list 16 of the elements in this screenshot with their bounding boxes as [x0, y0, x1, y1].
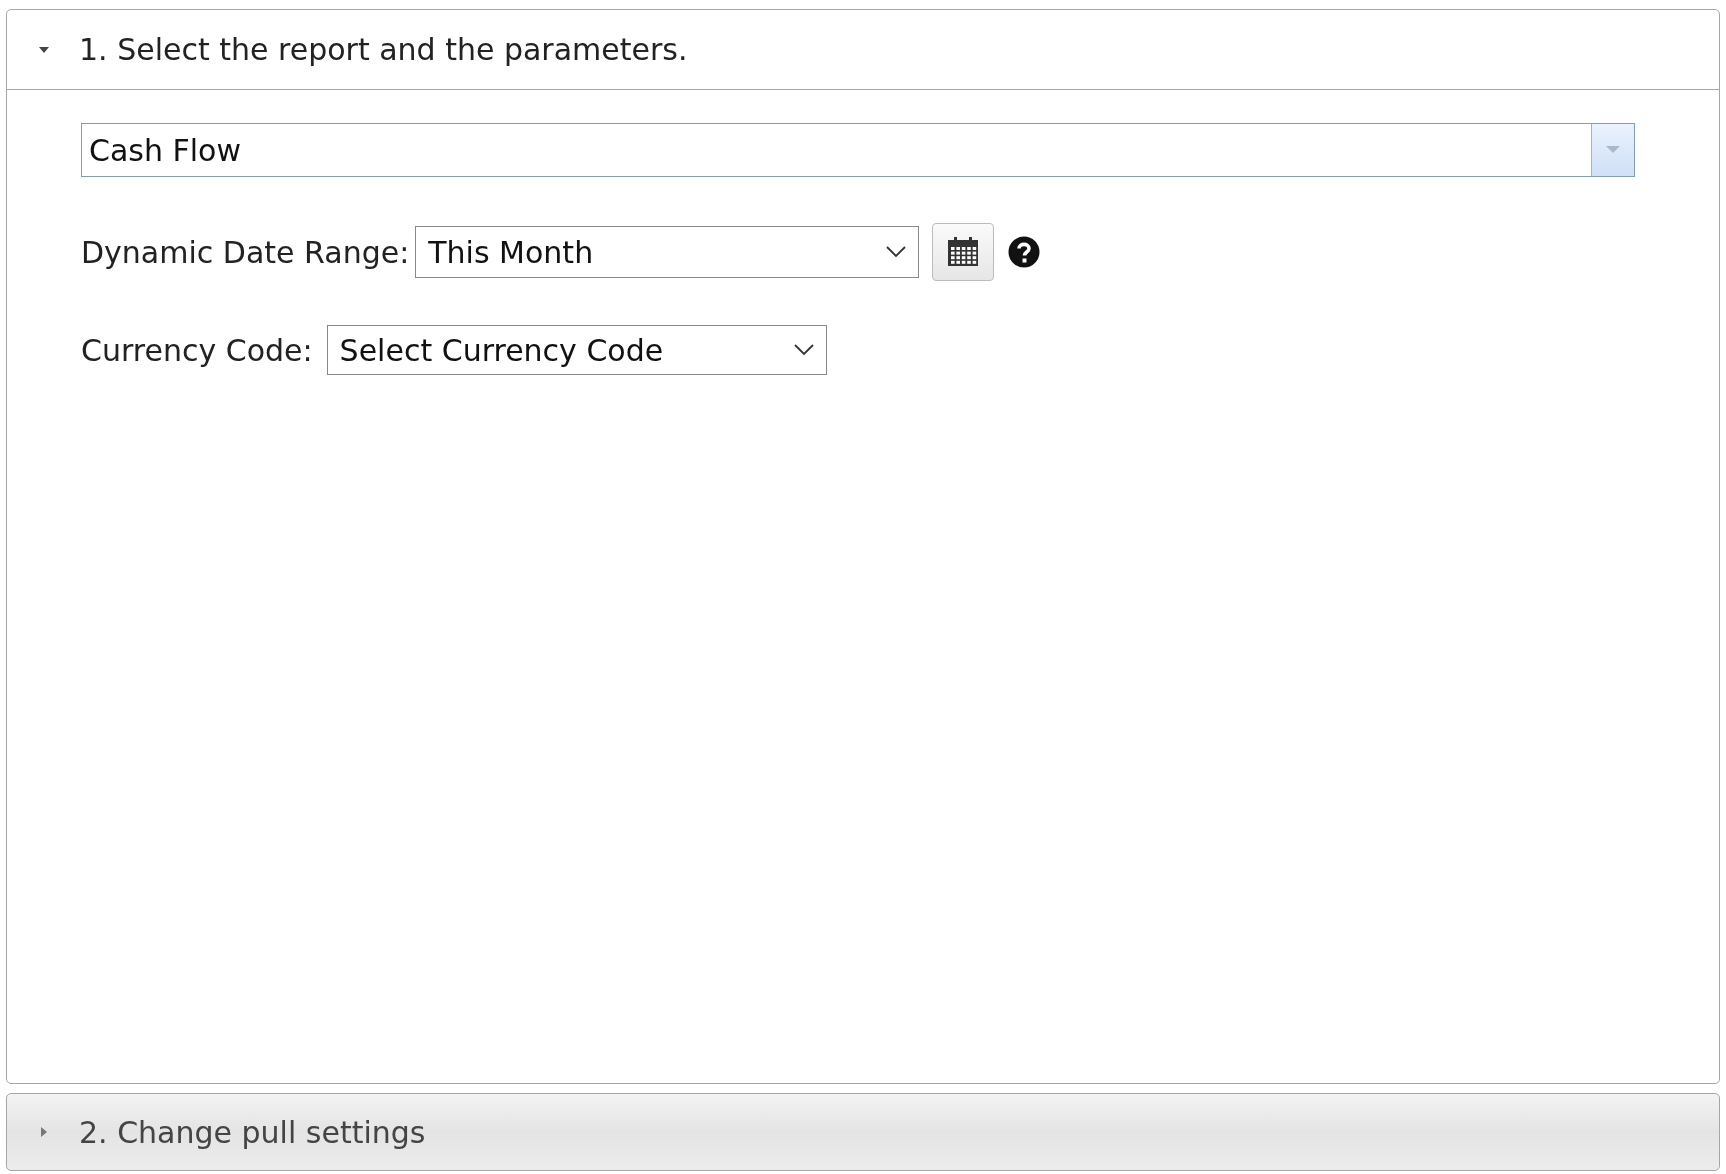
accordion-header[interactable]: 1. Select the report and the parameters. — [7, 10, 1719, 90]
caret-icon — [1605, 145, 1621, 155]
parameter-label: Dynamic Date Range: — [81, 234, 410, 270]
calendar-icon — [947, 237, 980, 267]
chevron-down-icon — [793, 344, 814, 356]
section-title: 2. Change pull settings — [79, 1114, 426, 1150]
calendar-button[interactable] — [932, 223, 995, 281]
parameter-label: Currency Code: — [81, 332, 313, 368]
help-icon[interactable] — [1008, 236, 1041, 268]
section-title: 1. Select the report and the parameters. — [79, 32, 688, 67]
chevron-down-icon — [886, 246, 907, 258]
dropdown-select[interactable]: This Month — [415, 226, 920, 278]
dropdown-select[interactable]: Select Currency Code — [326, 325, 827, 375]
accordion-header[interactable]: 2. Change pull settings — [7, 1094, 1719, 1170]
report-name-value: Cash Flow — [88, 131, 242, 170]
report-combo-box[interactable]: Cash Flow — [81, 123, 1635, 177]
